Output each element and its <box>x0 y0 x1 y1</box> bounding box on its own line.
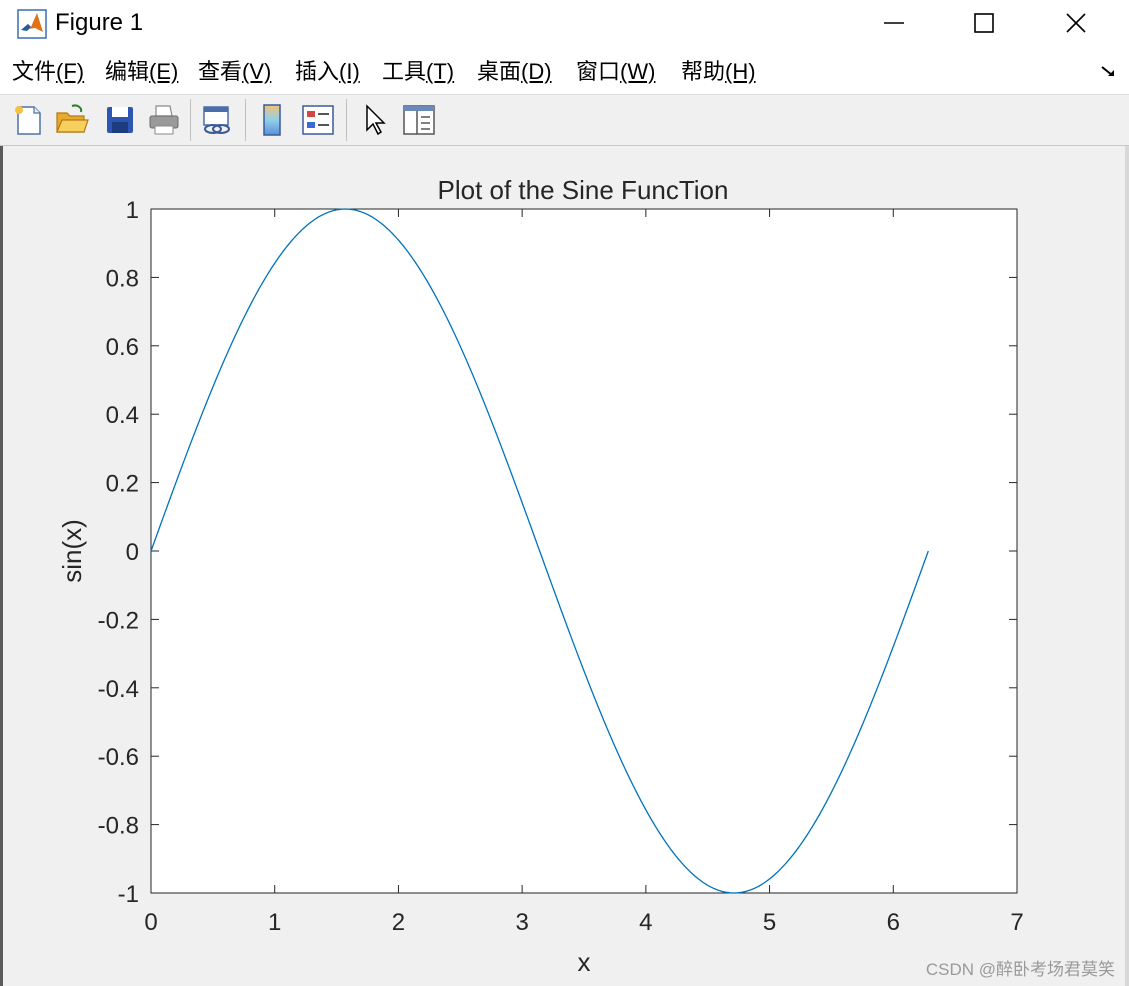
toolbar-separator <box>190 99 191 141</box>
menu-window[interactable]: 窗口(W) <box>576 59 655 85</box>
open-file-icon[interactable] <box>54 102 90 138</box>
watermark: CSDN @醉卧考场君莫笑 <box>925 960 1115 979</box>
menu-help[interactable]: 帮助(H) <box>681 59 756 85</box>
new-figure-icon[interactable] <box>10 102 46 138</box>
menu-edit[interactable]: 编辑(E) <box>105 59 178 85</box>
close-icon <box>1066 13 1086 33</box>
x-tick-label: 6 <box>887 909 900 936</box>
y-tick-label: 0.4 <box>106 402 139 429</box>
figure-canvas: Plot of the Sine FuncTion 0 1 2 3 4 5 6 7 1 0.8 0.… <box>3 146 1125 986</box>
x-tick-label: 7 <box>1010 909 1023 936</box>
pointer-icon[interactable] <box>357 102 393 138</box>
window-right-edge <box>1125 0 1129 986</box>
y-tick-label: 0.2 <box>106 471 139 498</box>
menu-bar: 文件(F) 编辑(E) 查看(V) 插入(I) 工具(T) 桌面(D) 窗口(W… <box>0 48 1129 94</box>
minimize-icon <box>884 22 904 24</box>
menu-view[interactable]: 查看(V) <box>198 59 271 85</box>
axes-box <box>150 208 1018 894</box>
y-tick-label: -1 <box>118 881 139 908</box>
y-tick-label: -0.8 <box>98 813 139 840</box>
menu-tools[interactable]: 工具(T) <box>382 59 454 85</box>
print-icon[interactable] <box>146 102 182 138</box>
maximize-icon <box>974 13 994 33</box>
chart-title: Plot of the Sine FuncTion <box>438 175 729 205</box>
x-tick-label: 2 <box>392 909 405 936</box>
close-button[interactable] <box>1030 0 1122 46</box>
x-tick-label: 3 <box>515 909 528 936</box>
save-icon[interactable] <box>102 102 138 138</box>
toolbar-separator <box>346 99 347 141</box>
property-inspector-icon[interactable] <box>401 102 437 138</box>
sine-plot: Plot of the Sine FuncTion 0 1 2 3 4 5 6 7 1 0.8 0.… <box>57 175 1024 977</box>
colorbar-icon[interactable] <box>255 102 291 138</box>
window-title: Figure 1 <box>55 9 144 36</box>
minimize-button[interactable] <box>848 0 940 46</box>
y-tick-label: 0.6 <box>106 334 139 361</box>
y-tick-label: 1 <box>126 197 139 224</box>
x-tick-label: 0 <box>144 909 157 936</box>
y-tick-label: -0.2 <box>98 607 139 634</box>
x-tick-label: 5 <box>763 909 776 936</box>
menu-desktop[interactable]: 桌面(D) <box>477 59 552 85</box>
x-tick-label: 4 <box>639 909 652 936</box>
toolbar-separator <box>245 99 246 141</box>
maximize-button[interactable] <box>938 0 1030 46</box>
y-axis-label: sin(x) <box>57 519 87 583</box>
menu-insert[interactable]: 插入(I) <box>295 59 360 85</box>
figure-toolbar <box>0 94 1129 146</box>
y-tick-label: 0.8 <box>106 265 139 292</box>
menu-file[interactable]: 文件(F) <box>12 59 84 85</box>
y-tick-label: -0.4 <box>98 676 139 703</box>
undock-arrow-icon[interactable] <box>1100 64 1118 80</box>
y-tick-label: 0 <box>126 539 139 566</box>
title-bar: Figure 1 <box>0 0 1129 48</box>
x-axis-label: x <box>578 947 591 977</box>
matlab-logo-icon <box>17 9 47 39</box>
x-tick-label: 1 <box>268 909 281 936</box>
link-plot-icon[interactable] <box>199 102 235 138</box>
y-tick-label: -0.6 <box>98 744 139 771</box>
legend-icon[interactable] <box>300 102 336 138</box>
